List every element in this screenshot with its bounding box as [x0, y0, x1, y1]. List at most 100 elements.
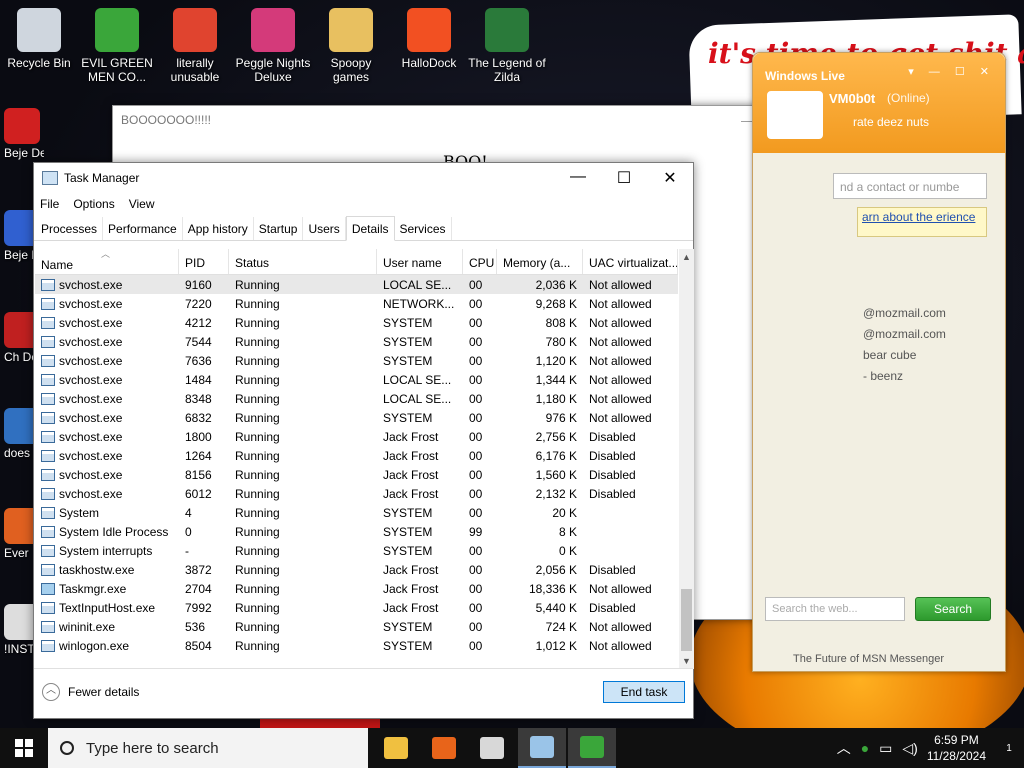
column-header-pid[interactable]: PID [179, 249, 229, 274]
web-search-button[interactable]: Search [915, 597, 991, 621]
menu-file[interactable]: File [40, 197, 59, 211]
taskbar-app-button[interactable] [468, 728, 516, 768]
table-row[interactable]: svchost.exe 8156 Running Jack Frost 00 1,560 … [35, 465, 678, 484]
wallpaper-stripe [260, 718, 380, 728]
table-row[interactable]: wininit.exe 536 Running SYSTEM 00 724 K Not al… [35, 617, 678, 636]
cell-status: Running [235, 372, 280, 387]
notification-center-button[interactable]: 1 [994, 728, 1024, 768]
table-row[interactable]: svchost.exe 7544 Running SYSTEM 00 780 K Not a… [35, 332, 678, 351]
msn-username[interactable]: VM0b0t [829, 91, 875, 106]
column-header-status[interactable]: Status [229, 249, 377, 274]
desktop-icon[interactable]: Recycle Bin [0, 8, 78, 70]
task-manager-window[interactable]: Task Manager — ☐ ✕ File Options View Pro… [33, 162, 694, 719]
start-button[interactable] [0, 728, 48, 768]
fewer-details-button[interactable]: ︿ Fewer details [42, 683, 139, 701]
task-manager-titlebar[interactable]: Task Manager — ☐ ✕ [34, 163, 693, 193]
desktop-icon[interactable]: The Legend of Zilda [468, 8, 546, 84]
process-name: Taskmgr.exe [59, 581, 127, 596]
scrollbar-thumb[interactable] [681, 589, 692, 651]
process-name: svchost.exe [59, 372, 123, 387]
cell-status: Running [235, 410, 280, 425]
table-row[interactable]: svchost.exe 6012 Running Jack Frost 00 2,132 … [35, 484, 678, 503]
table-row[interactable]: System interrupts - Running SYSTEM 00 0 K [35, 541, 678, 560]
msn-window-controls[interactable]: ▾ — ☐ ✕ [908, 65, 995, 78]
process-name: svchost.exe [59, 296, 123, 311]
tab-details[interactable]: Details [345, 216, 395, 241]
cell-pid: 2704 [185, 581, 212, 596]
learn-more-link[interactable]: arn about the erience [857, 207, 987, 237]
tab-performance[interactable]: Performance [103, 217, 183, 240]
taskbar-app-button[interactable] [372, 728, 420, 768]
desktop-icon[interactable]: Peggle Nights Deluxe [234, 8, 312, 84]
contact-search-input[interactable]: nd a contact or numbe [833, 173, 987, 199]
table-row[interactable]: System Idle Process 0 Running SYSTEM 99 8 K [35, 522, 678, 541]
maximize-button[interactable]: ☐ [601, 168, 647, 188]
taskbar-app-button[interactable] [420, 728, 468, 768]
table-row[interactable]: TextInputHost.exe 7992 Running Jack Frost 00… [35, 598, 678, 617]
column-header-cpu[interactable]: CPU [463, 249, 497, 274]
cell-status: Running [235, 391, 280, 406]
tab-startup[interactable]: Startup [254, 217, 304, 240]
taskbar-app-button[interactable] [568, 728, 616, 768]
column-header-uac[interactable]: UAC virtualizat... [583, 249, 678, 274]
desktop-icon[interactable]: literally unusable [156, 8, 234, 84]
msn-personal-message[interactable]: rate deez nuts [853, 115, 929, 129]
tab-app-history[interactable]: App history [183, 217, 254, 240]
contact-item[interactable]: @mozmail.com [863, 303, 946, 324]
table-row[interactable]: svchost.exe 1484 Running LOCAL SE... 00 1,344… [35, 370, 678, 389]
cell-status: Running [235, 353, 280, 368]
taskbar-app-button[interactable] [518, 728, 566, 768]
desktop-icon[interactable]: Spoopy games [312, 8, 390, 84]
close-button[interactable]: ✕ [647, 168, 693, 188]
scroll-up-icon[interactable]: ▲ [679, 249, 694, 265]
column-header-memory[interactable]: Memory (a... [497, 249, 583, 274]
avatar[interactable] [767, 91, 823, 139]
contact-item[interactable]: - beenz [863, 366, 946, 387]
contact-item[interactable]: @mozmail.com [863, 324, 946, 345]
cell-status: Running [235, 543, 280, 558]
taskbar-search-box[interactable]: Type here to search [48, 728, 368, 768]
table-row[interactable]: svchost.exe 4212 Running SYSTEM 00 808 K Not a… [35, 313, 678, 332]
tab-services[interactable]: Services [395, 217, 452, 240]
cell-name: svchost.exe [35, 335, 179, 349]
cell-uac: Not allowed [589, 315, 652, 330]
tab-processes[interactable]: Processes [36, 217, 104, 240]
column-header-user[interactable]: User name [377, 249, 463, 274]
menu-options[interactable]: Options [73, 197, 114, 211]
chevron-up-icon[interactable]: ︿ [837, 738, 851, 758]
menu-view[interactable]: View [129, 197, 155, 211]
table-row[interactable]: svchost.exe 8348 Running LOCAL SE... 00 1,180… [35, 389, 678, 408]
network-icon[interactable]: ▭ [879, 740, 892, 757]
cell-mem: 724 K [545, 619, 577, 634]
cell-name: Taskmgr.exe [35, 582, 179, 596]
table-row[interactable]: svchost.exe 9160 Running LOCAL SE... 00 2,036… [35, 275, 678, 294]
cell-uac: Not allowed [589, 581, 652, 596]
table-row[interactable]: System 4 Running SYSTEM 00 20 K [35, 503, 678, 522]
volume-icon[interactable]: ◁) [902, 740, 917, 757]
msn-messenger-window[interactable]: Windows Live ▾ — ☐ ✕ VM0b0t (Online) rat… [752, 52, 1006, 672]
table-row[interactable]: taskhostw.exe 3872 Running Jack Frost 00 2,05… [35, 560, 678, 579]
scroll-down-icon[interactable]: ▼ [679, 653, 694, 669]
table-row[interactable]: winlogon.exe 8504 Running SYSTEM 00 1,012 K No… [35, 636, 678, 655]
msn-status[interactable]: (Online) [887, 91, 930, 105]
boo-titlebar[interactable]: BOOOOOOO!!!!! — ☐ ✕ [113, 106, 863, 134]
table-row[interactable]: svchost.exe 1800 Running Jack Frost 00 2,756 … [35, 427, 678, 446]
desktop-icon[interactable]: Beje De [4, 108, 44, 160]
tab-users[interactable]: Users [303, 217, 346, 240]
desktop-icon[interactable]: HalloDock [390, 8, 468, 70]
table-row[interactable]: Taskmgr.exe 2704 Running Jack Frost 00 18,336… [35, 579, 678, 598]
end-task-button[interactable]: End task [603, 681, 685, 703]
table-row[interactable]: svchost.exe 7636 Running SYSTEM 00 1,120 K Not… [35, 351, 678, 370]
desktop-icon[interactable]: EVIL GREEN MEN CO... [78, 8, 156, 84]
table-row[interactable]: svchost.exe 6832 Running SYSTEM 00 976 K Not a… [35, 408, 678, 427]
cell-name: svchost.exe [35, 392, 179, 406]
table-row[interactable]: svchost.exe 7220 Running NETWORK... 00 9,268 … [35, 294, 678, 313]
contact-item[interactable]: bear cube [863, 345, 946, 366]
clock[interactable]: 6:59 PM 11/28/2024 [927, 732, 986, 764]
web-search-input[interactable]: Search the web... [765, 597, 905, 621]
table-row[interactable]: svchost.exe 1264 Running Jack Frost 00 6,176 … [35, 446, 678, 465]
cell-status: Running [235, 429, 280, 444]
minimize-button[interactable]: — [555, 168, 601, 188]
process-table-scrollbar[interactable]: ▲ ▼ [679, 249, 694, 669]
msn-tray-icon[interactable]: ● [861, 740, 869, 756]
